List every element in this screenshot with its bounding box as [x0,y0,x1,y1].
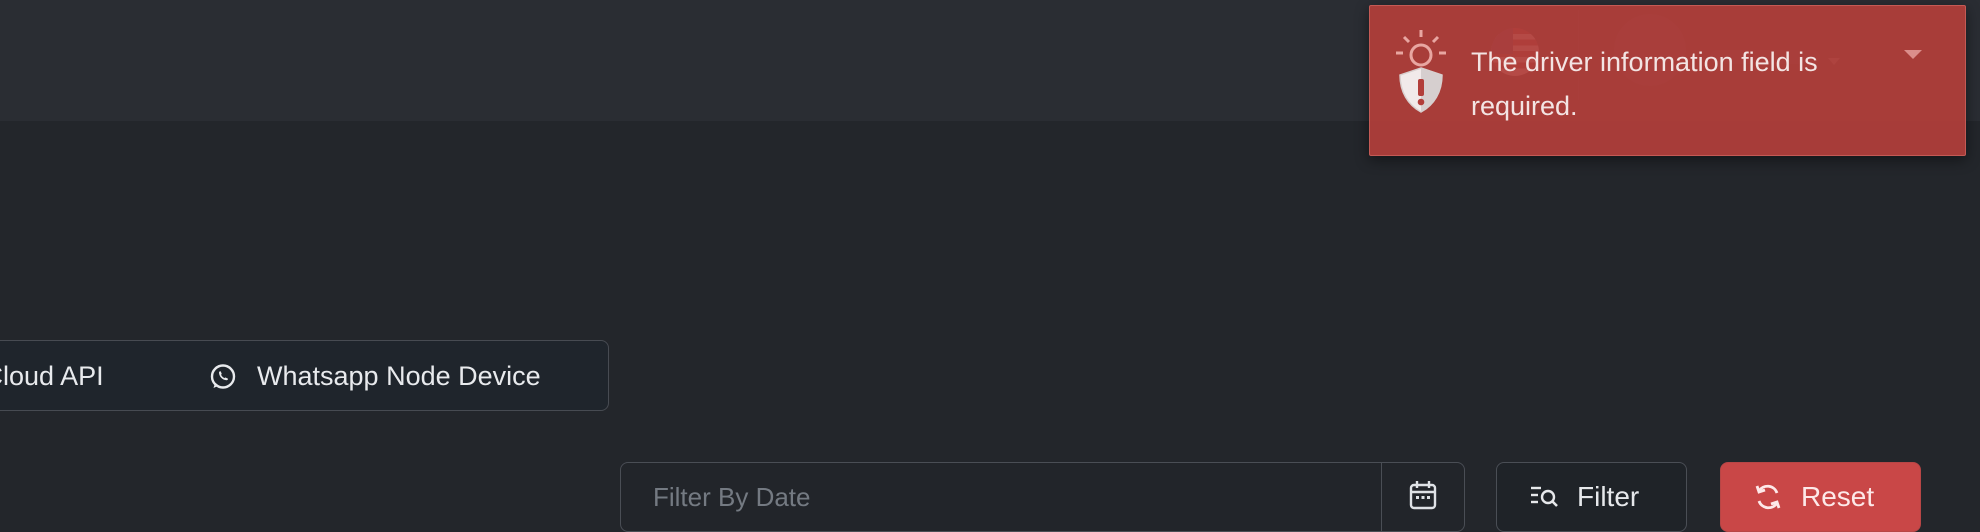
toast-caret-icon[interactable] [1904,50,1922,59]
calendar-button[interactable] [1381,463,1464,531]
tab-whatsapp-node-device[interactable]: Whatsapp Node Device [209,341,541,412]
tab-node-device-label: Whatsapp Node Device [257,361,541,391]
date-filter-field [620,462,1465,532]
filter-button[interactable]: Filter [1496,462,1687,532]
whatsapp-icon [209,363,237,391]
channel-tabs: p Cloud API Whatsapp Node Device [0,340,609,411]
calendar-icon [1409,480,1437,515]
date-filter-input[interactable] [621,463,1383,531]
filter-button-label: Filter [1577,481,1640,512]
toast-message: The driver information field is required… [1471,47,1818,121]
shield-alert-icon [1392,28,1450,114]
refresh-icon [1753,482,1783,512]
filter-search-icon [1529,483,1559,511]
reset-button-label: Reset [1801,481,1875,512]
tab-cloud-api-label: p Cloud API [0,361,104,391]
error-toast[interactable]: The driver information field is required… [1369,5,1966,156]
tab-cloud-api[interactable]: p Cloud API [0,341,161,412]
reset-button[interactable]: Reset [1720,462,1921,532]
